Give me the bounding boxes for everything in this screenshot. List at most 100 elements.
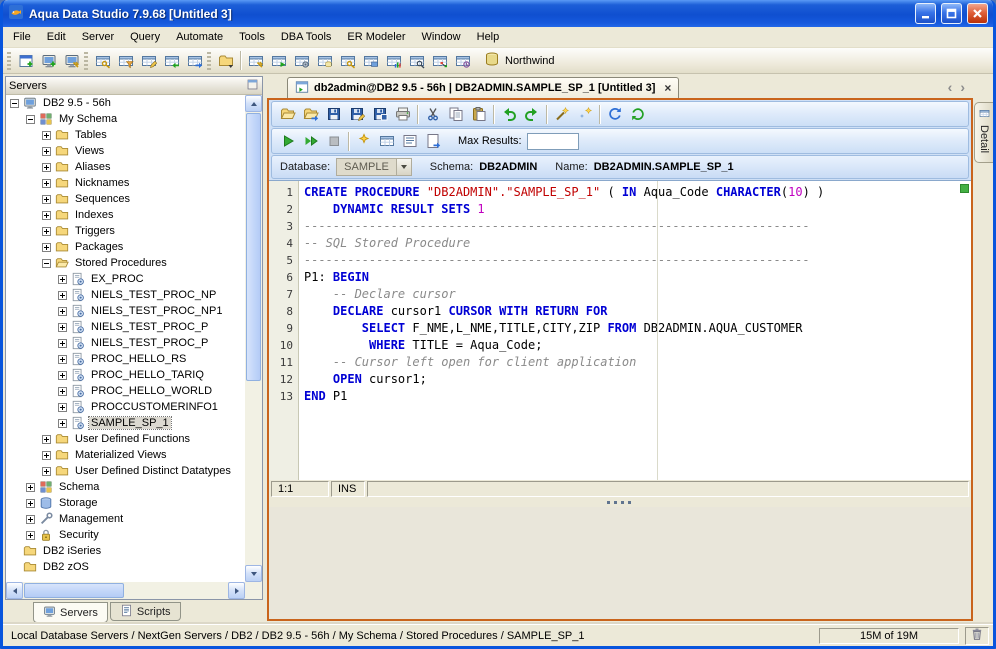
document-tab[interactable]: db2admin@DB2 9.5 - 56h | DB2ADMIN.SAMPLE… <box>287 77 679 98</box>
tree-item-niels-test-proc-np1[interactable]: NIELS_TEST_PROC_NP1 <box>6 303 245 319</box>
tab-servers[interactable]: Servers <box>33 602 108 623</box>
scroll-right-button[interactable] <box>228 582 245 599</box>
expand-icon[interactable] <box>42 195 51 204</box>
expand-icon[interactable] <box>42 131 51 140</box>
query-analyzer-icon[interactable] <box>267 50 290 72</box>
expand-icon[interactable] <box>26 483 35 492</box>
tree-item-db2-iseries[interactable]: DB2 iSeries <box>6 543 245 559</box>
save-as-icon[interactable] <box>345 103 368 125</box>
max-results-input[interactable] <box>527 133 579 150</box>
open-server-file-icon[interactable] <box>299 103 322 125</box>
expand-icon[interactable] <box>58 275 67 284</box>
tree-item-stored-procedures[interactable]: Stored Procedures <box>6 255 245 271</box>
expand-icon[interactable] <box>58 387 67 396</box>
print-icon[interactable] <box>391 103 414 125</box>
open-recent-icon[interactable] <box>214 50 237 72</box>
tree-item-proc-hello-rs[interactable]: PROC_HELLO_RS <box>6 351 245 367</box>
tree-item-proc-hello-tariq[interactable]: PROC_HELLO_TARIQ <box>6 367 245 383</box>
cut-icon[interactable] <box>421 103 444 125</box>
expand-icon[interactable] <box>26 515 35 524</box>
tree-item-niels-test-proc-p[interactable]: NIELS_TEST_PROC_P <box>6 319 245 335</box>
instance-manager-icon[interactable] <box>290 50 313 72</box>
refresh-icon[interactable] <box>603 103 626 125</box>
table-import-icon[interactable] <box>160 50 183 72</box>
sync-icon[interactable] <box>626 103 649 125</box>
expand-icon[interactable] <box>42 227 51 236</box>
expand-icon[interactable] <box>58 307 67 316</box>
tree-item-materialized-views[interactable]: Materialized Views <box>6 447 245 463</box>
vertical-scroll-thumb[interactable] <box>246 113 261 381</box>
describe-icon[interactable] <box>352 130 375 152</box>
table-export-icon[interactable] <box>183 50 206 72</box>
servers-panel-header[interactable]: Servers <box>6 77 262 95</box>
tree-item-nicknames[interactable]: Nicknames <box>6 175 245 191</box>
expand-icon[interactable] <box>42 211 51 220</box>
close-button[interactable] <box>967 3 988 24</box>
storage-manager-icon[interactable] <box>313 50 336 72</box>
security-manager-icon[interactable] <box>336 50 359 72</box>
tree-item-views[interactable]: Views <box>6 143 245 159</box>
menu-window[interactable]: Window <box>414 27 469 47</box>
menu-help[interactable]: Help <box>469 27 508 47</box>
tree-item-user-defined-functions[interactable]: User Defined Functions <box>6 431 245 447</box>
save-all-icon[interactable] <box>368 103 391 125</box>
format-sql-icon[interactable] <box>550 103 573 125</box>
table-key-icon[interactable] <box>91 50 114 72</box>
tree-item-packages[interactable]: Packages <box>6 239 245 255</box>
tab-scripts[interactable]: Scripts <box>110 602 181 621</box>
database-search-icon[interactable] <box>405 50 428 72</box>
tab-nav-prev-icon[interactable]: ‹ <box>948 79 953 95</box>
expand-icon[interactable] <box>42 451 51 460</box>
expand-icon[interactable] <box>42 163 51 172</box>
tree-item-db2-9-5-56h[interactable]: DB2 9.5 - 56h <box>6 95 245 111</box>
menu-dba-tools[interactable]: DBA Tools <box>273 27 340 47</box>
menu-file[interactable]: File <box>5 27 39 47</box>
chevron-down-icon[interactable] <box>396 158 412 176</box>
tree-item-schema[interactable]: Schema <box>6 479 245 495</box>
expand-icon[interactable] <box>42 243 51 252</box>
table-edit-icon[interactable] <box>137 50 160 72</box>
tree-item-proccustomerinfo1[interactable]: PROCCUSTOMERINFO1 <box>6 399 245 415</box>
title-bar[interactable]: Aqua Data Studio 7.9.68 [Untitled 3] <box>3 0 993 27</box>
tree-item-tables[interactable]: Tables <box>6 127 245 143</box>
horizontal-scroll-thumb[interactable] <box>24 583 124 598</box>
sql-editor[interactable]: 12345678910111213 CREATE PROCEDURE "DB2A… <box>269 180 971 480</box>
memory-indicator[interactable]: 15M of 19M <box>819 628 959 644</box>
tree-item-sequences[interactable]: Sequences <box>6 191 245 207</box>
execute-icon[interactable] <box>276 130 299 152</box>
expand-icon[interactable] <box>58 403 67 412</box>
expand-icon[interactable] <box>42 467 51 476</box>
scroll-left-button[interactable] <box>6 582 23 599</box>
minimize-button[interactable] <box>915 3 936 24</box>
stop-icon[interactable] <box>322 130 345 152</box>
expand-icon[interactable] <box>42 179 51 188</box>
tree-vertical-scrollbar[interactable] <box>245 95 262 582</box>
connect-table-icon[interactable] <box>244 50 267 72</box>
expand-icon[interactable] <box>58 291 67 300</box>
tree-item-niels-test-proc-p[interactable]: NIELS_TEST_PROC_P <box>6 335 245 351</box>
tree-item-aliases[interactable]: Aliases <box>6 159 245 175</box>
tree-item-security[interactable]: Security <box>6 527 245 543</box>
expand-icon[interactable] <box>58 371 67 380</box>
collapse-icon[interactable] <box>10 99 19 108</box>
menu-tools[interactable]: Tools <box>231 27 273 47</box>
collapse-icon[interactable] <box>42 259 51 268</box>
menu-automate[interactable]: Automate <box>168 27 231 47</box>
collapse-icon[interactable] <box>26 115 35 124</box>
undo-icon[interactable] <box>497 103 520 125</box>
execute-batch-icon[interactable] <box>299 130 322 152</box>
connect-server-icon[interactable] <box>60 50 83 72</box>
scroll-up-button[interactable] <box>245 95 262 112</box>
redo-icon[interactable] <box>520 103 543 125</box>
expand-icon[interactable] <box>42 435 51 444</box>
results-grid-icon[interactable] <box>375 130 398 152</box>
tree-item-ex-proc[interactable]: EX_PROC <box>6 271 245 287</box>
results-splitter[interactable] <box>269 498 971 507</box>
dock-pin-icon[interactable] <box>246 78 259 94</box>
results-file-icon[interactable] <box>421 130 444 152</box>
copy-icon[interactable] <box>444 103 467 125</box>
tree-item-proc-hello-world[interactable]: PROC_HELLO_WORLD <box>6 383 245 399</box>
visual-explain-icon[interactable] <box>428 50 451 72</box>
expand-icon[interactable] <box>26 499 35 508</box>
menu-query[interactable]: Query <box>122 27 168 47</box>
